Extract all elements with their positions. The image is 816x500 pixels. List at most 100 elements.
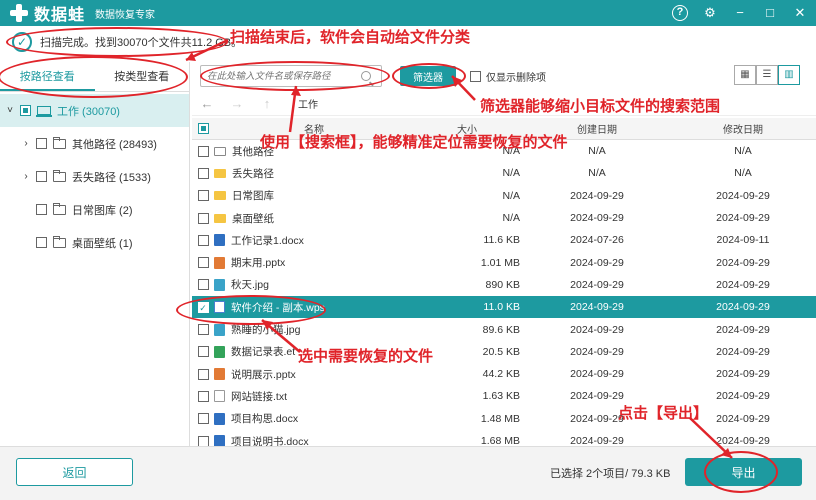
file-table: 名称 大小 创建日期 修改日期 其他路径 N/A N/A N/A 丢失路径 N/A N/A N… <box>192 118 816 446</box>
annotation-export: 点击【导出】 <box>618 404 709 422</box>
toolbar: 筛选器 仅显示删除项 ▦ ☰ ▥ <box>200 64 810 88</box>
back-button[interactable]: 返回 <box>16 458 133 486</box>
list-view-icon[interactable]: ☰ <box>756 65 778 85</box>
back-arrow-icon[interactable]: ← <box>192 96 222 111</box>
row-name: 熟睡的小猫.jpg <box>231 324 301 337</box>
folder-icon <box>53 235 66 248</box>
maximize-icon[interactable]: □ <box>762 3 778 23</box>
tree-item-label: 工作 (30070) <box>57 105 120 118</box>
chevron-right-icon[interactable]: › <box>20 171 32 182</box>
table-row[interactable]: 项目说明书.docx 1.68 MB 2024-09-29 2024-09-29 <box>192 430 816 446</box>
row-modified: N/A <box>734 167 752 180</box>
et-file-icon <box>214 345 225 358</box>
chevron-down-icon[interactable]: ˅ <box>4 105 16 116</box>
row-name: 丢失路径 <box>232 167 274 180</box>
search-box <box>200 65 382 87</box>
row-checkbox[interactable] <box>197 413 209 425</box>
folder-file-icon <box>214 191 226 201</box>
tree-item-work[interactable]: ˅ 工作 (30070) <box>0 94 189 127</box>
export-button[interactable]: 导出 <box>685 458 802 486</box>
row-created: 2024-09-29 <box>570 256 624 269</box>
table-row[interactable]: 网站链接.txt 1.63 KB 2024-09-29 2024-09-29 <box>192 385 816 407</box>
chevron-right-icon[interactable]: › <box>20 138 32 149</box>
folder-file-icon <box>214 168 226 178</box>
app-name: 数据蛙 <box>34 7 86 24</box>
row-name: 项目说明书.docx <box>231 435 309 447</box>
scan-status-text: 扫描完成。找到30070个文件共11.2 GB。 <box>40 37 243 49</box>
tree-item-other-paths[interactable]: › 其他路径 (28493) <box>0 127 189 160</box>
current-path: 工作 <box>298 100 318 111</box>
minimize-icon[interactable]: − <box>732 3 748 23</box>
tab-by-path[interactable]: 按路径查看 <box>0 62 95 91</box>
row-checkbox[interactable] <box>197 435 209 446</box>
deleted-only-checkbox[interactable] <box>470 70 481 82</box>
row-name: 项目构思.docx <box>231 413 299 426</box>
tree-item-desktop-wallpaper[interactable]: 桌面壁纸 (1) <box>0 226 189 259</box>
tab-by-type[interactable]: 按类型查看 <box>95 62 190 91</box>
row-name: 桌面壁纸 <box>232 212 274 225</box>
tree-item-daily-gallery[interactable]: 日常图库 (2) <box>0 193 189 226</box>
grid-view-icon[interactable]: ▦ <box>734 65 756 85</box>
table-row[interactable]: 期末用.pptx 1.01 MB 2024-09-29 2024-09-29 <box>192 251 816 273</box>
jpg-file-icon <box>214 278 225 291</box>
row-checkbox[interactable] <box>197 346 209 358</box>
row-modified: N/A <box>734 145 752 158</box>
row-created: 2024-09-29 <box>570 390 624 403</box>
annotation-filter: 筛选器能够缩小目标文件的搜索范围 <box>480 97 721 115</box>
row-checkbox[interactable] <box>197 212 209 224</box>
row-checkbox[interactable] <box>197 190 209 202</box>
app-subtitle: 数据恢复专家 <box>95 9 156 21</box>
tree-checkbox[interactable] <box>36 138 47 149</box>
plus-logo-icon <box>8 2 30 24</box>
row-name: 日常图库 <box>232 190 274 203</box>
folder-icon <box>53 202 66 215</box>
table-row[interactable]: 日常图库 N/A 2024-09-29 2024-09-29 <box>192 185 816 207</box>
row-created: 2024-09-29 <box>570 345 624 358</box>
row-checkbox[interactable] <box>197 390 209 402</box>
row-checkbox[interactable] <box>197 234 209 246</box>
row-name: 工作记录1.docx <box>231 234 304 247</box>
row-created: 2024-09-29 <box>570 278 624 291</box>
tree-item-lost-paths[interactable]: › 丢失路径 (1533) <box>0 160 189 193</box>
row-checkbox[interactable]: ✓ <box>197 301 209 313</box>
row-name: 网站链接.txt <box>231 390 288 403</box>
row-checkbox[interactable] <box>197 368 209 380</box>
row-created: 2024-09-29 <box>570 212 624 225</box>
table-row[interactable]: 桌面壁纸 N/A 2024-09-29 2024-09-29 <box>192 207 816 229</box>
row-checkbox[interactable] <box>197 279 209 291</box>
table-row[interactable]: 项目构思.docx 1.48 MB 2024-09-29 2024-09-29 <box>192 408 816 430</box>
table-row[interactable]: 工作记录1.docx 11.6 KB 2024-07-26 2024-09-11 <box>192 229 816 251</box>
detail-view-icon[interactable]: ▥ <box>778 65 800 85</box>
filter-button[interactable]: 筛选器 <box>400 66 456 86</box>
pptx-file-icon <box>214 368 225 381</box>
row-modified: 2024-09-29 <box>716 368 770 381</box>
forward-arrow-icon[interactable]: → <box>222 96 252 111</box>
row-modified: 2024-09-29 <box>716 256 770 269</box>
table-row[interactable]: 秋天.jpg 890 KB 2024-09-29 2024-09-29 <box>192 274 816 296</box>
row-checkbox[interactable] <box>197 324 209 336</box>
table-row[interactable]: 说明展示.pptx 44.2 KB 2024-09-29 2024-09-29 <box>192 363 816 385</box>
table-row[interactable]: 熟睡的小猫.jpg 89.6 KB 2024-09-29 2024-09-29 <box>192 318 816 340</box>
settings-icon[interactable]: ⚙ <box>702 3 718 23</box>
header-modified[interactable]: 修改日期 <box>670 121 816 136</box>
annotation-scan-done: 扫描结束后，软件会自动给文件分类 <box>230 28 471 46</box>
row-checkbox[interactable] <box>197 167 209 179</box>
table-row[interactable]: ✓ 软件介绍 - 副本.wps 11.0 KB 2024-09-29 2024-09-2… <box>192 296 816 319</box>
search-input[interactable] <box>207 70 357 82</box>
close-icon[interactable]: ✕ <box>792 3 808 23</box>
search-icon[interactable] <box>361 71 371 81</box>
row-checkbox[interactable] <box>197 257 209 269</box>
row-created: 2024-09-29 <box>570 435 624 446</box>
table-row[interactable]: 丢失路径 N/A N/A N/A <box>192 162 816 184</box>
tree-checkbox[interactable] <box>36 171 47 182</box>
row-checkbox[interactable] <box>197 145 209 157</box>
up-arrow-icon[interactable]: ↑ <box>252 96 282 111</box>
tree-checkbox[interactable] <box>36 237 47 248</box>
table-row[interactable]: 数据记录表.et 20.5 KB 2024-09-29 2024-09-29 <box>192 341 816 363</box>
help-icon[interactable]: ? <box>672 5 688 21</box>
tree-checkbox[interactable] <box>36 204 47 215</box>
table-body: 其他路径 N/A N/A N/A 丢失路径 N/A N/A N/A 日常图库 N/A 2024-09… <box>192 140 816 446</box>
select-all-checkbox[interactable] <box>197 123 209 134</box>
deleted-only-toggle[interactable]: 仅显示删除项 <box>470 69 546 84</box>
tree-checkbox[interactable] <box>20 105 31 116</box>
